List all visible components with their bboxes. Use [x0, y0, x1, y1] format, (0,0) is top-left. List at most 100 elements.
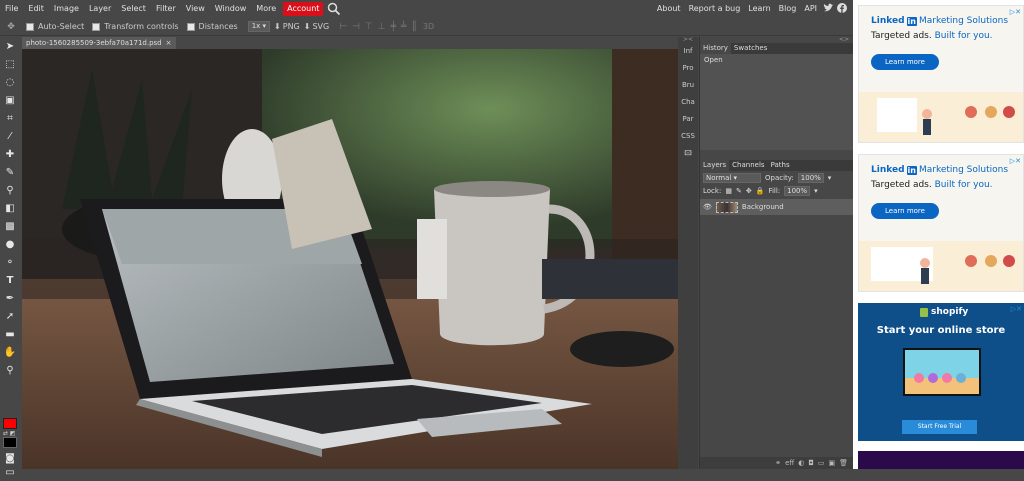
- panel-properties-button[interactable]: Pro: [678, 60, 698, 77]
- tab-layers[interactable]: Layers: [700, 160, 730, 171]
- panel-info-button[interactable]: Inf: [678, 43, 698, 60]
- close-document-icon[interactable]: ×: [166, 37, 172, 49]
- menu-api[interactable]: API: [800, 0, 821, 18]
- eyedropper-tool-icon[interactable]: ⁄: [0, 127, 20, 145]
- path-select-tool-icon[interactable]: ➚: [0, 307, 20, 325]
- delete-layer-icon[interactable]: 🗑: [839, 459, 848, 467]
- adjustment-icon[interactable]: ◐: [798, 459, 804, 467]
- pen-tool-icon[interactable]: ✒: [0, 289, 20, 307]
- twitter-icon[interactable]: [823, 3, 834, 15]
- eraser-tool-icon[interactable]: ◧: [0, 199, 20, 217]
- tab-paths[interactable]: Paths: [768, 160, 793, 171]
- shape-tool-icon[interactable]: ▬: [0, 325, 20, 343]
- link-layers-icon[interactable]: ⚭: [775, 459, 781, 467]
- panel-paragraph-button[interactable]: Par: [678, 111, 698, 128]
- menu-blog[interactable]: Blog: [775, 0, 801, 18]
- menu-layer[interactable]: Layer: [84, 0, 116, 18]
- crop-tool-icon[interactable]: ⌗: [0, 109, 20, 127]
- new-folder-icon[interactable]: ▭: [818, 459, 825, 467]
- gradient-tool-icon[interactable]: ▩: [0, 217, 20, 235]
- menu-window[interactable]: Window: [210, 0, 252, 18]
- start-free-trial-button[interactable]: Start Free Trial: [902, 420, 977, 434]
- menu-file[interactable]: File: [0, 0, 23, 18]
- panel-character-button[interactable]: Cha: [678, 94, 698, 111]
- move-tool-icon[interactable]: ➤: [0, 37, 20, 55]
- new-layer-icon[interactable]: ▣: [828, 459, 835, 467]
- menu-select[interactable]: Select: [116, 0, 151, 18]
- menu-about[interactable]: About: [653, 0, 685, 18]
- lasso-tool-icon[interactable]: ◌: [0, 73, 20, 91]
- stamp-tool-icon[interactable]: ⚲: [0, 181, 20, 199]
- ad-close-icon[interactable]: ▷✕: [1010, 157, 1021, 165]
- 3d-button[interactable]: 3D: [423, 22, 434, 31]
- align-left-icon[interactable]: ⊢: [339, 22, 347, 32]
- opacity-dropdown-icon[interactable]: ▾: [828, 174, 832, 182]
- linkedin-logo: Linked in Marketing Solutions: [871, 16, 1009, 26]
- document-tab[interactable]: photo-1560285509-3ebfa70a171d.psd ×: [22, 37, 176, 49]
- blend-mode-select[interactable]: Normal ▾: [703, 172, 761, 183]
- align-center-icon[interactable]: ⊣: [352, 22, 360, 32]
- shopify-ad[interactable]: ▷✕ shopify Start your online store Start…: [858, 303, 1024, 441]
- transform-controls-checkbox[interactable]: [92, 22, 101, 31]
- background-color-swatch[interactable]: [3, 437, 17, 448]
- ad-close-icon[interactable]: ▷✕: [1010, 8, 1021, 16]
- mask-icon[interactable]: ◘: [808, 459, 814, 467]
- learn-more-button[interactable]: Learn more: [871, 203, 939, 219]
- swap-colors-icon[interactable]: ⇄ ◩: [3, 430, 16, 437]
- tab-swatches[interactable]: Swatches: [731, 43, 770, 54]
- type-tool-icon[interactable]: T: [0, 271, 20, 289]
- linkedin-ad-1[interactable]: ▷✕ Linked in Marketing Solutions Targeted…: [858, 5, 1024, 143]
- menu-view[interactable]: View: [181, 0, 210, 18]
- align-right-icon[interactable]: ⊤: [365, 22, 373, 32]
- learn-more-button[interactable]: Learn more: [871, 54, 939, 70]
- dodge-tool-icon[interactable]: ⚬: [0, 253, 20, 271]
- linkedin-ad-2[interactable]: ▷✕ Linked in Marketing Solutions Targeted…: [858, 154, 1024, 292]
- canvas-area[interactable]: [22, 49, 678, 469]
- lock-position-icon[interactable]: ✥: [746, 187, 752, 195]
- auto-select-checkbox[interactable]: [26, 22, 34, 31]
- screen-mode-icon[interactable]: ▭: [0, 463, 20, 481]
- panel-brush-button[interactable]: Bru: [678, 77, 698, 94]
- account-button[interactable]: Account: [283, 2, 324, 16]
- history-item[interactable]: Open: [700, 54, 853, 66]
- effects-button[interactable]: eff: [785, 459, 794, 467]
- zoom-tool-icon[interactable]: ⚲: [0, 361, 20, 379]
- healing-tool-icon[interactable]: ✚: [0, 145, 20, 163]
- menu-more[interactable]: More: [251, 0, 281, 18]
- blur-tool-icon[interactable]: ●: [0, 235, 20, 253]
- quick-select-tool-icon[interactable]: ▣: [0, 91, 20, 109]
- brush-tool-icon[interactable]: ✎: [0, 163, 20, 181]
- zoom-select[interactable]: 1x ▾: [247, 21, 271, 32]
- fill-input[interactable]: 100%: [784, 185, 811, 196]
- export-svg-button[interactable]: ⬇ SVG: [304, 22, 329, 31]
- menu-report-bug[interactable]: Report a bug: [685, 0, 745, 18]
- distribute-icon[interactable]: ║: [411, 22, 416, 32]
- export-png-button[interactable]: ⬇ PNG: [274, 22, 300, 31]
- foreground-color-swatch[interactable]: [3, 418, 17, 429]
- hand-tool-icon[interactable]: ✋: [0, 343, 20, 361]
- lock-all-icon[interactable]: 🔒: [756, 187, 765, 195]
- menu-image[interactable]: Image: [49, 0, 84, 18]
- panel-css-button[interactable]: CSS: [678, 128, 698, 145]
- lock-transparency-icon[interactable]: ▦: [725, 187, 732, 195]
- menu-learn[interactable]: Learn: [744, 0, 774, 18]
- menu-filter[interactable]: Filter: [151, 0, 181, 18]
- opacity-input[interactable]: 100%: [797, 172, 824, 183]
- layer-row[interactable]: 👁 Background: [700, 199, 853, 215]
- tab-history[interactable]: History: [700, 43, 731, 54]
- eye-icon[interactable]: 👁: [703, 203, 712, 211]
- lock-pixels-icon[interactable]: ✎: [736, 187, 742, 195]
- fill-dropdown-icon[interactable]: ▾: [814, 187, 818, 195]
- ad-banner-bottom[interactable]: [858, 451, 1024, 469]
- align-middle-icon[interactable]: ╪: [391, 22, 396, 32]
- search-icon[interactable]: [327, 2, 341, 16]
- marquee-tool-icon[interactable]: ⬚: [0, 55, 20, 73]
- ad-close-icon[interactable]: ▷✕: [1011, 305, 1022, 313]
- align-bottom-icon[interactable]: ╧: [401, 22, 406, 32]
- facebook-icon[interactable]: [837, 3, 847, 15]
- menu-edit[interactable]: Edit: [23, 0, 49, 18]
- tab-channels[interactable]: Channels: [729, 160, 767, 171]
- panel-image-icon[interactable]: 🖾: [678, 145, 698, 162]
- distances-checkbox[interactable]: [186, 22, 195, 31]
- align-top-icon[interactable]: ⊥: [378, 22, 386, 32]
